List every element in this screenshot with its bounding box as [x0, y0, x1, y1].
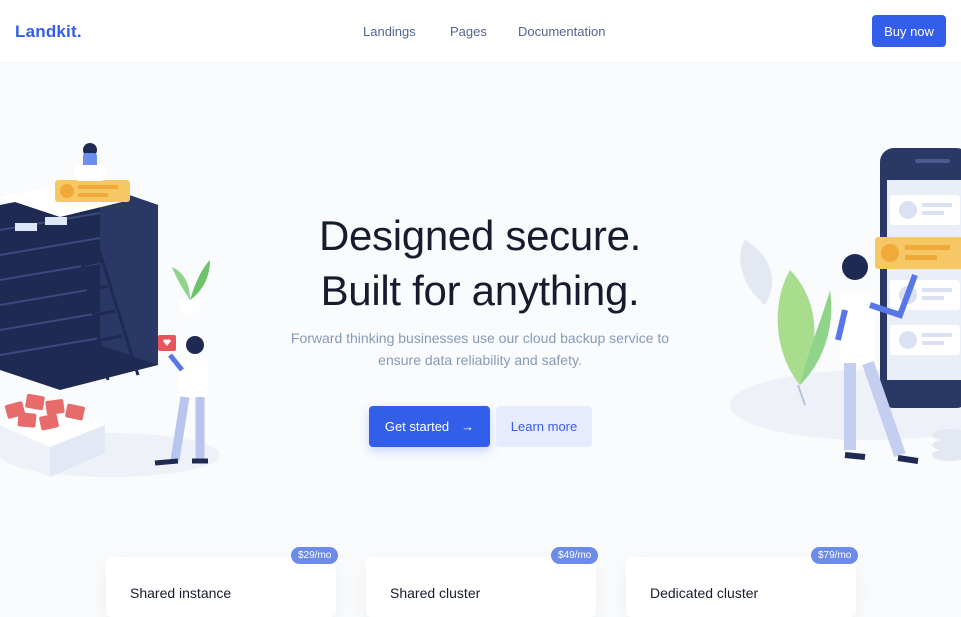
get-started-button[interactable]: Get started → — [369, 406, 490, 447]
navbar: Landkit. Landings Pages Documentation Bu… — [0, 0, 961, 62]
price-badge: $79/mo — [811, 547, 859, 564]
nav-link-landings[interactable]: Landings — [363, 24, 416, 39]
get-started-label: Get started — [384, 419, 450, 434]
hero-title-line-1: Designed secure. — [318, 212, 642, 259]
hero-subtitle: Forward thinking businesses use our clou… — [290, 330, 670, 368]
hero-title-line-2: Built for anything. — [320, 267, 640, 314]
pricing-card-shared-instance[interactable]: Shared instance — [106, 557, 336, 617]
brand-logo[interactable]: Landkit. — [15, 22, 82, 42]
hero-title: Designed secure. Built for anything. — [230, 208, 730, 318]
arrow-right-icon: → — [461, 419, 475, 434]
pricing-card-title: Shared cluster — [390, 585, 481, 601]
price-badge: $49/mo — [551, 547, 599, 564]
phone-illustration — [730, 148, 961, 464]
pricing-card-shared-cluster[interactable]: Shared cluster — [366, 557, 596, 617]
server-illustration — [0, 143, 220, 477]
learn-more-button[interactable]: Learn more — [496, 406, 592, 447]
buy-now-button[interactable]: Buy now — [872, 15, 946, 47]
nav-link-documentation[interactable]: Documentation — [518, 24, 605, 39]
pricing-card-title: Dedicated cluster — [650, 585, 759, 601]
pricing-card-dedicated-cluster[interactable]: Dedicated cluster — [626, 557, 856, 617]
nav-link-pages[interactable]: Pages — [450, 24, 487, 39]
price-badge: $29/mo — [291, 547, 339, 564]
pricing-card-title: Shared instance — [130, 585, 232, 601]
